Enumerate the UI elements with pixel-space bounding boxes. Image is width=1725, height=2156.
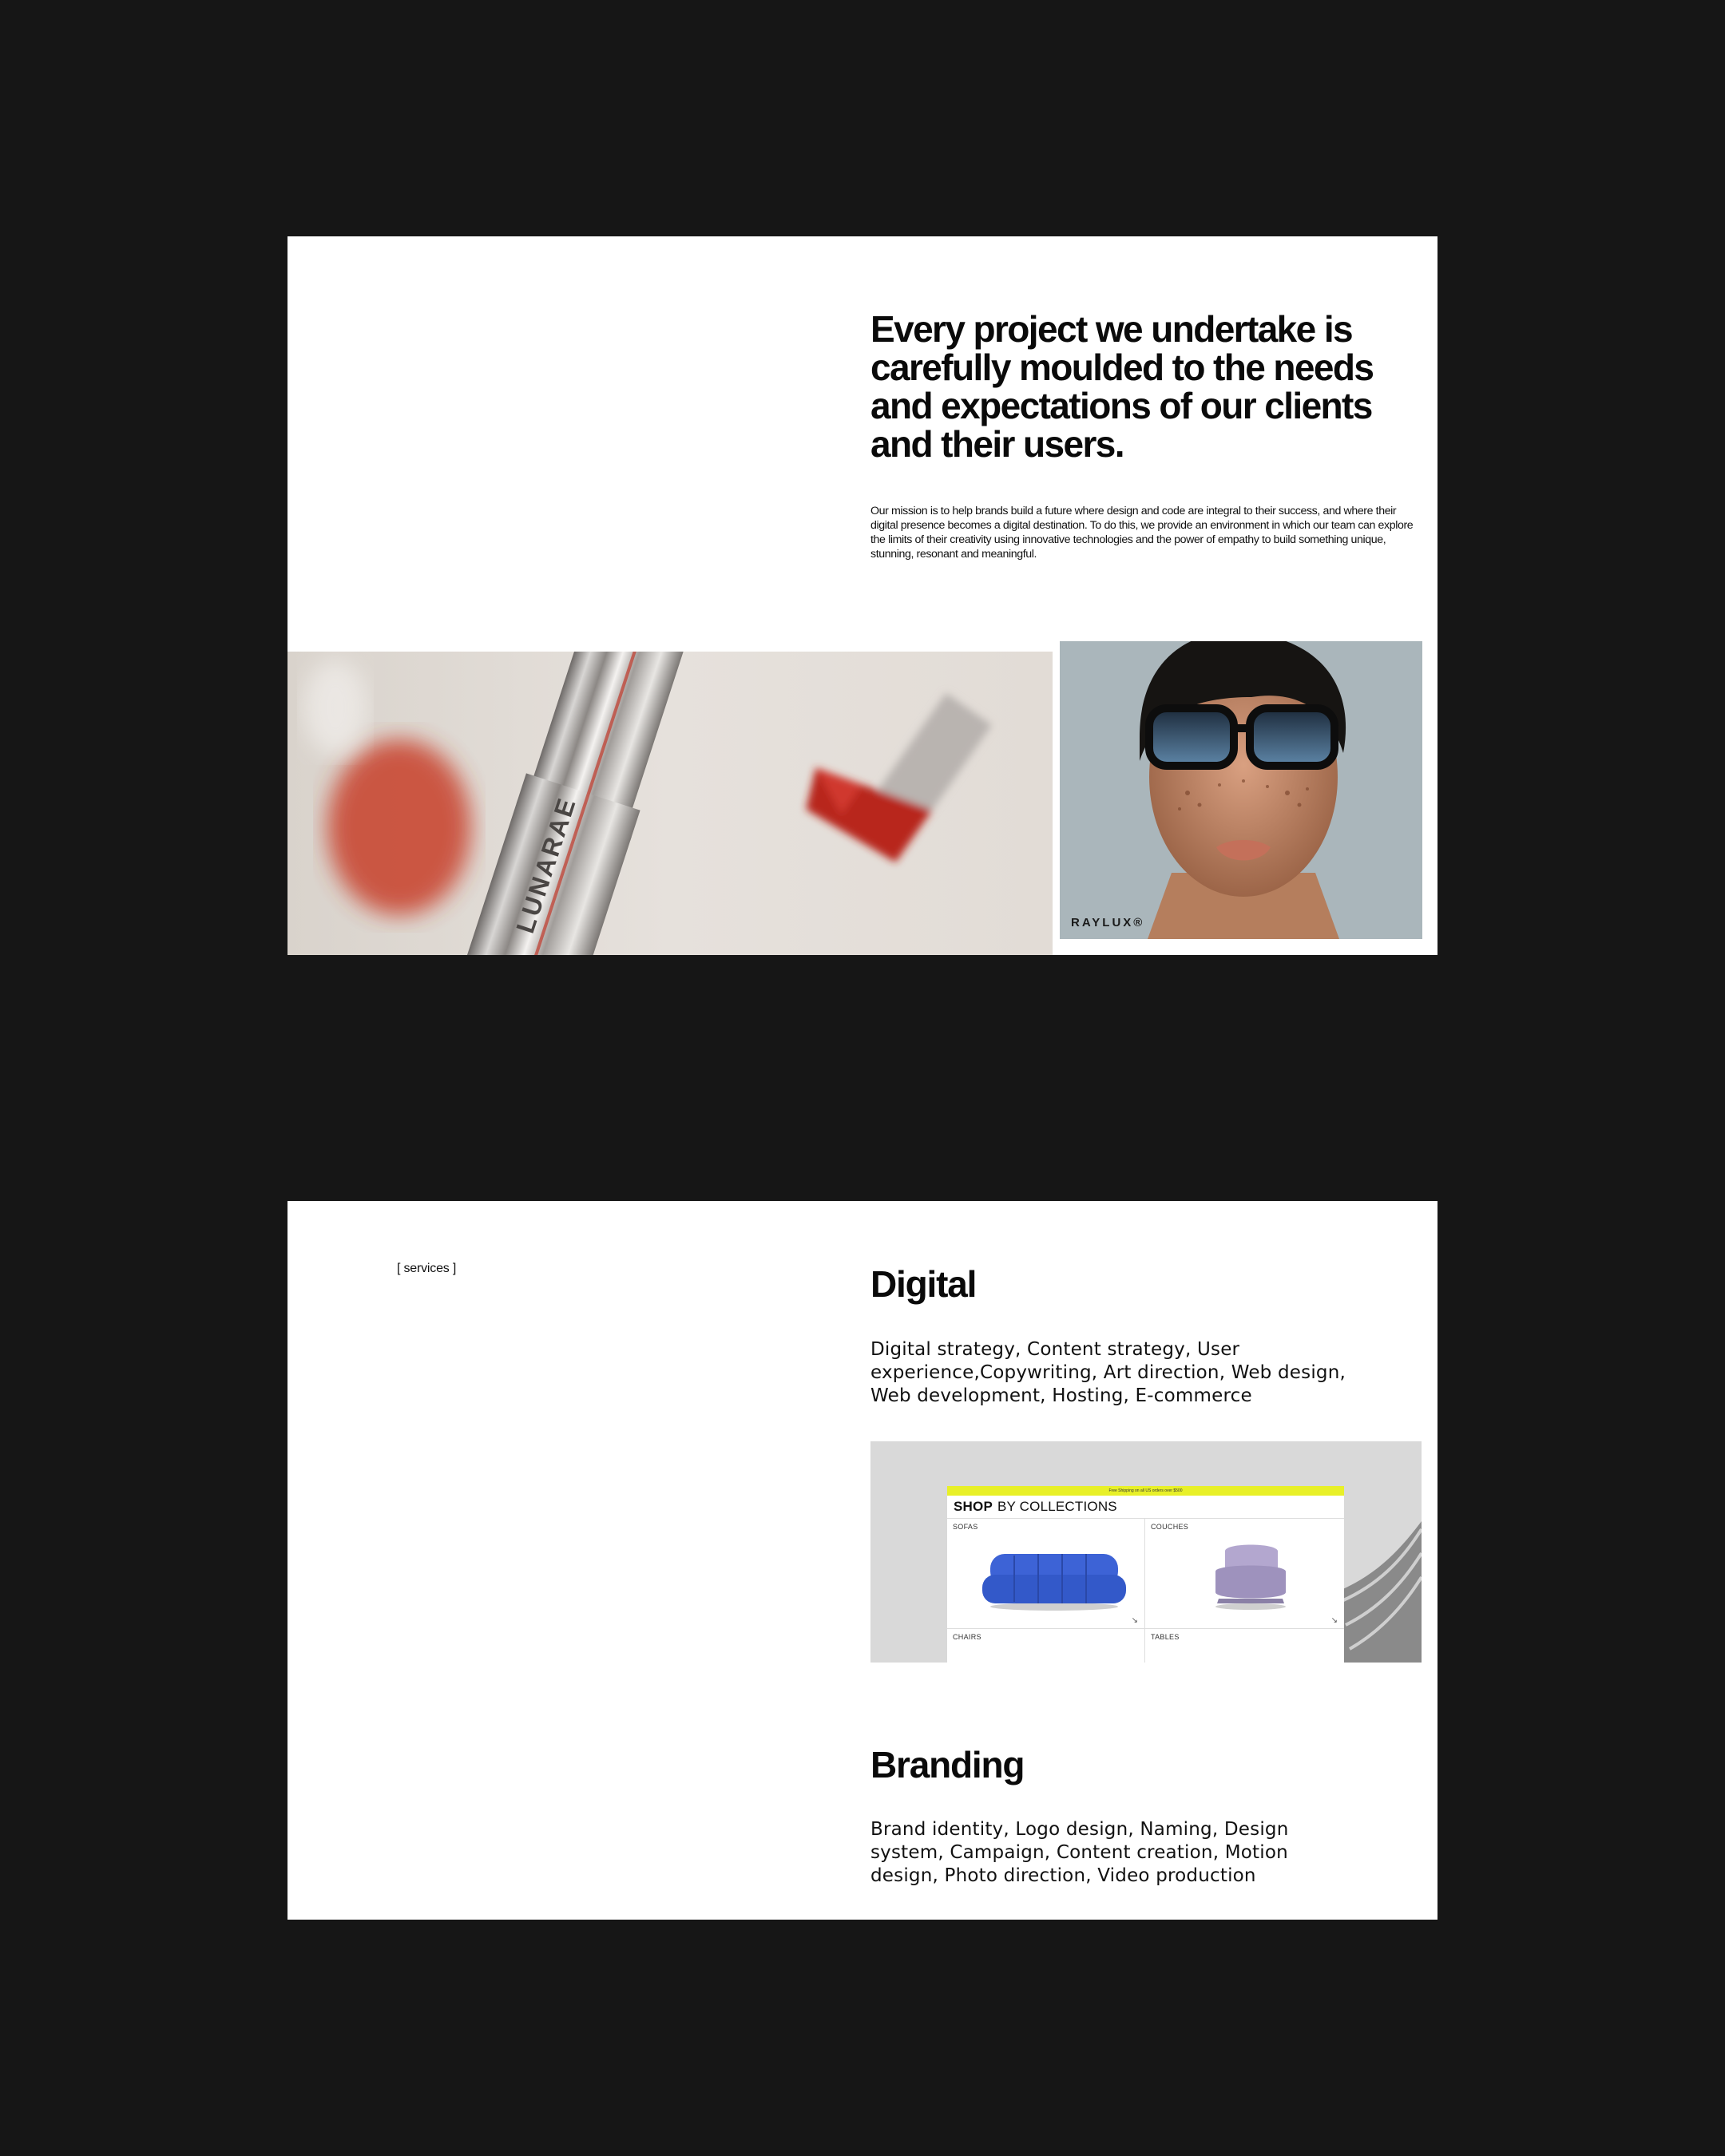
service-title-digital: Digital — [870, 1263, 977, 1305]
shop-topbar: Free Shipping on all US orders over $500 — [947, 1486, 1344, 1496]
sofa-image — [982, 1554, 1126, 1611]
service-title-branding: Branding — [870, 1744, 1025, 1785]
collection-label: TABLES — [1151, 1633, 1180, 1641]
collection-tables[interactable]: TABLES — [1145, 1629, 1344, 1663]
intro-headline: Every project we undertake is carefully … — [870, 308, 1374, 465]
lipstick-image: LUNARAE — [288, 652, 1053, 955]
mission-paragraph: Our mission is to help brands build a fu… — [870, 505, 1414, 561]
collection-label: SOFAS — [953, 1523, 978, 1531]
services-card: [ services ] Digital Digital strategy, C… — [288, 1201, 1438, 1920]
collection-chairs[interactable]: CHAIRS — [947, 1629, 1145, 1663]
sculpture-graphic — [1334, 1521, 1422, 1663]
shop-heading-bold: SHOP — [954, 1499, 993, 1514]
service-list-digital: Digital strategy, Content strategy, User… — [870, 1339, 1346, 1406]
shop-heading-rest: BY COLLECTIONS — [997, 1499, 1117, 1514]
portrait-image: RAYLUX® — [1060, 641, 1422, 939]
shop-heading: SHOP BY COLLECTIONS — [947, 1496, 1344, 1519]
lounge-chair-image — [1215, 1544, 1286, 1610]
collection-grid: SOFAS ↘ COUCHES ↘ CHAIRS TABLES — [947, 1519, 1344, 1663]
collection-label: COUCHES — [1151, 1523, 1189, 1531]
portrait-brand-text: RAYLUX® — [1071, 916, 1145, 929]
services-tag: [ services ] — [397, 1262, 457, 1275]
arrow-icon: ↘ — [1330, 1616, 1338, 1625]
collection-sofas[interactable]: SOFAS ↘ — [947, 1519, 1145, 1629]
shop-mockup: Free Shipping on all US orders over $500… — [947, 1486, 1344, 1663]
service-list-branding: Brand identity, Logo design, Naming, Des… — [870, 1819, 1289, 1886]
shop-screenshot: Free Shipping on all US orders over $500… — [870, 1441, 1422, 1663]
collection-label: CHAIRS — [953, 1633, 981, 1641]
collection-couches[interactable]: COUCHES ↘ — [1145, 1519, 1344, 1629]
arrow-icon: ↘ — [1131, 1616, 1138, 1625]
intro-card: Every project we undertake is carefully … — [288, 236, 1438, 955]
